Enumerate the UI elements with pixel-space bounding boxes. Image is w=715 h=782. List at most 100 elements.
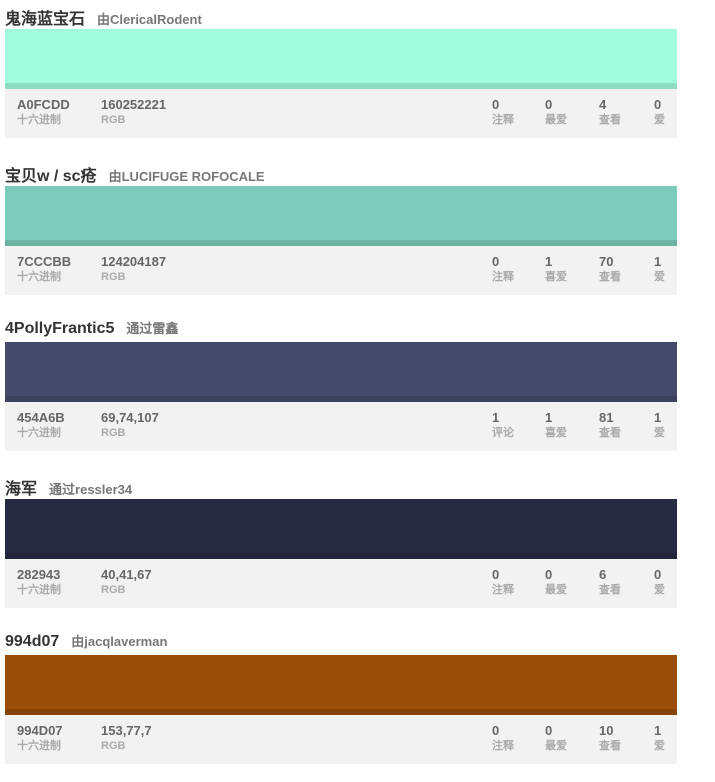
hex-value: 994D07 [17, 723, 63, 738]
favorites-label: 最爱 [545, 583, 567, 596]
color-info-bar: 454A6B 十六进制 69,74,107 RGB 1 评论 1 喜爱 81 查… [5, 402, 677, 451]
loves-stat[interactable]: 1 爱 [654, 253, 665, 285]
rgb-value: 153,77,7 [101, 723, 152, 738]
color-card: 4PollyFrantic5 通过雷鑫 454A6B 十六进制 69,74,10… [5, 313, 677, 469]
comments-count: 0 [492, 566, 500, 582]
card-header: 4PollyFrantic5 通过雷鑫 [5, 318, 178, 340]
loves-label: 爱 [654, 583, 665, 596]
color-swatch[interactable] [5, 498, 677, 559]
comments-label: 注释 [492, 740, 514, 752]
loves-count: 0 [654, 566, 662, 582]
loves-count: 1 [654, 410, 662, 425]
author-prefix: 由 [71, 634, 85, 649]
comments-stat[interactable]: 0 注释 [492, 722, 514, 754]
hex-stat: 282943 十六进制 [17, 566, 61, 598]
color-card: 宝贝w / sc疮 由LUCIFUGE ROFOCALE 7CCCBB 十六进制… [5, 157, 677, 313]
views-count: 81 [599, 410, 614, 425]
hex-stat: 7CCCBB 十六进制 [17, 253, 71, 285]
comments-stat[interactable]: 0 注释 [492, 253, 514, 285]
views-count: 4 [599, 97, 607, 112]
rgb-label: RGB [101, 270, 126, 283]
loves-count: 1 [654, 253, 662, 269]
color-swatch[interactable] [5, 185, 677, 246]
rgb-label: RGB [101, 114, 126, 126]
favorites-count: 1 [545, 410, 553, 425]
loves-stat[interactable]: 1 爱 [654, 409, 665, 441]
loves-count: 0 [654, 97, 662, 112]
card-header: 宝贝w / sc疮 由LUCIFUGE ROFOCALE [5, 162, 265, 186]
card-header: 鬼海蓝宝石 由ClericalRodent [5, 5, 202, 29]
favorites-stat[interactable]: 0 最爱 [545, 722, 567, 754]
card-header: 海军 通过ressler34 [5, 475, 132, 499]
hex-value: 7CCCBB [17, 253, 72, 269]
loves-stat[interactable]: 0 爱 [654, 96, 665, 128]
views-label: 查看 [599, 114, 621, 126]
color-info-bar: 994D07 十六进制 153,77,7 RGB 0 注释 0 最爱 10 查看… [5, 715, 677, 764]
author-line: 由jacqlaverman [71, 631, 167, 650]
hex-value: A0FCDD [17, 97, 70, 112]
views-label: 查看 [599, 270, 621, 283]
views-label: 查看 [599, 583, 621, 596]
color-title[interactable]: 宝贝w / sc疮 [5, 162, 97, 186]
rgb-stat: 153,77,7 RGB [101, 722, 152, 754]
color-swatch[interactable] [5, 342, 677, 402]
comments-count: 0 [492, 723, 500, 738]
author-link[interactable]: 雷鑫 [152, 321, 178, 336]
views-label: 查看 [599, 427, 621, 439]
favorites-label: 最爱 [545, 740, 567, 752]
hex-label: 十六进制 [17, 583, 61, 596]
hex-value: 454A6B [17, 410, 65, 425]
author-line: 由ClericalRodent [97, 9, 202, 28]
comments-label: 注释 [492, 114, 514, 126]
rgb-label: RGB [101, 740, 126, 752]
rgb-stat: 40,41,67 RGB [101, 566, 152, 598]
loves-stat[interactable]: 1 爱 [654, 722, 665, 754]
comments-stat[interactable]: 1 评论 [492, 409, 514, 441]
comments-stat[interactable]: 0 注释 [492, 566, 514, 598]
color-title[interactable]: 994d07 [5, 633, 59, 651]
author-link[interactable]: ressler34 [75, 482, 132, 497]
hex-value: 282943 [17, 566, 61, 582]
author-link[interactable]: jacqlaverman [84, 634, 167, 649]
color-title[interactable]: 4PollyFrantic5 [5, 320, 114, 338]
views-label: 查看 [599, 740, 621, 752]
color-card: 鬼海蓝宝石 由ClericalRodent A0FCDD 十六进制 160252… [5, 0, 677, 156]
favorites-count: 0 [545, 97, 553, 112]
favorites-count: 0 [545, 566, 553, 582]
views-count: 70 [599, 253, 614, 269]
comments-stat[interactable]: 0 注释 [492, 96, 514, 128]
author-prefix: 通过 [126, 321, 153, 336]
comments-count: 1 [492, 410, 500, 425]
loves-label: 爱 [654, 427, 665, 439]
rgb-value: 160252221 [101, 97, 167, 112]
loves-label: 爱 [654, 740, 665, 752]
loves-stat[interactable]: 0 爱 [654, 566, 665, 598]
author-prefix: 由 [97, 12, 111, 27]
hex-stat: A0FCDD 十六进制 [17, 96, 70, 128]
color-title[interactable]: 鬼海蓝宝石 [5, 5, 85, 29]
views-stat: 6 查看 [599, 566, 621, 598]
author-line: 由LUCIFUGE ROFOCALE [109, 166, 265, 185]
hex-label: 十六进制 [17, 114, 61, 126]
color-info-bar: A0FCDD 十六进制 160252221 RGB 0 注释 0 最爱 4 查看… [5, 89, 677, 138]
hex-label: 十六进制 [17, 740, 61, 752]
color-list: 鬼海蓝宝石 由ClericalRodent A0FCDD 十六进制 160252… [5, 0, 677, 782]
favorites-count: 1 [545, 253, 553, 269]
views-stat: 10 查看 [599, 722, 621, 754]
author-prefix: 通过 [49, 481, 76, 497]
color-swatch[interactable] [5, 655, 677, 715]
author-link[interactable]: LUCIFUGE ROFOCALE [122, 169, 265, 184]
favorites-stat[interactable]: 0 最爱 [545, 566, 567, 598]
color-swatch[interactable] [5, 29, 677, 89]
views-count: 10 [599, 723, 614, 738]
author-link[interactable]: ClericalRodent [110, 12, 202, 27]
comments-count: 0 [492, 97, 500, 112]
favorites-stat[interactable]: 0 最爱 [545, 96, 567, 128]
rgb-stat: 160252221 RGB [101, 96, 166, 128]
rgb-value: 124204187 [101, 253, 167, 269]
color-card: 994d07 由jacqlaverman 994D07 十六进制 153,77,… [5, 626, 677, 782]
color-title[interactable]: 海军 [5, 475, 37, 499]
favorites-stat[interactable]: 1 喜爱 [545, 409, 567, 441]
favorites-stat[interactable]: 1 喜爱 [545, 253, 567, 285]
favorites-label: 最爱 [545, 114, 567, 126]
